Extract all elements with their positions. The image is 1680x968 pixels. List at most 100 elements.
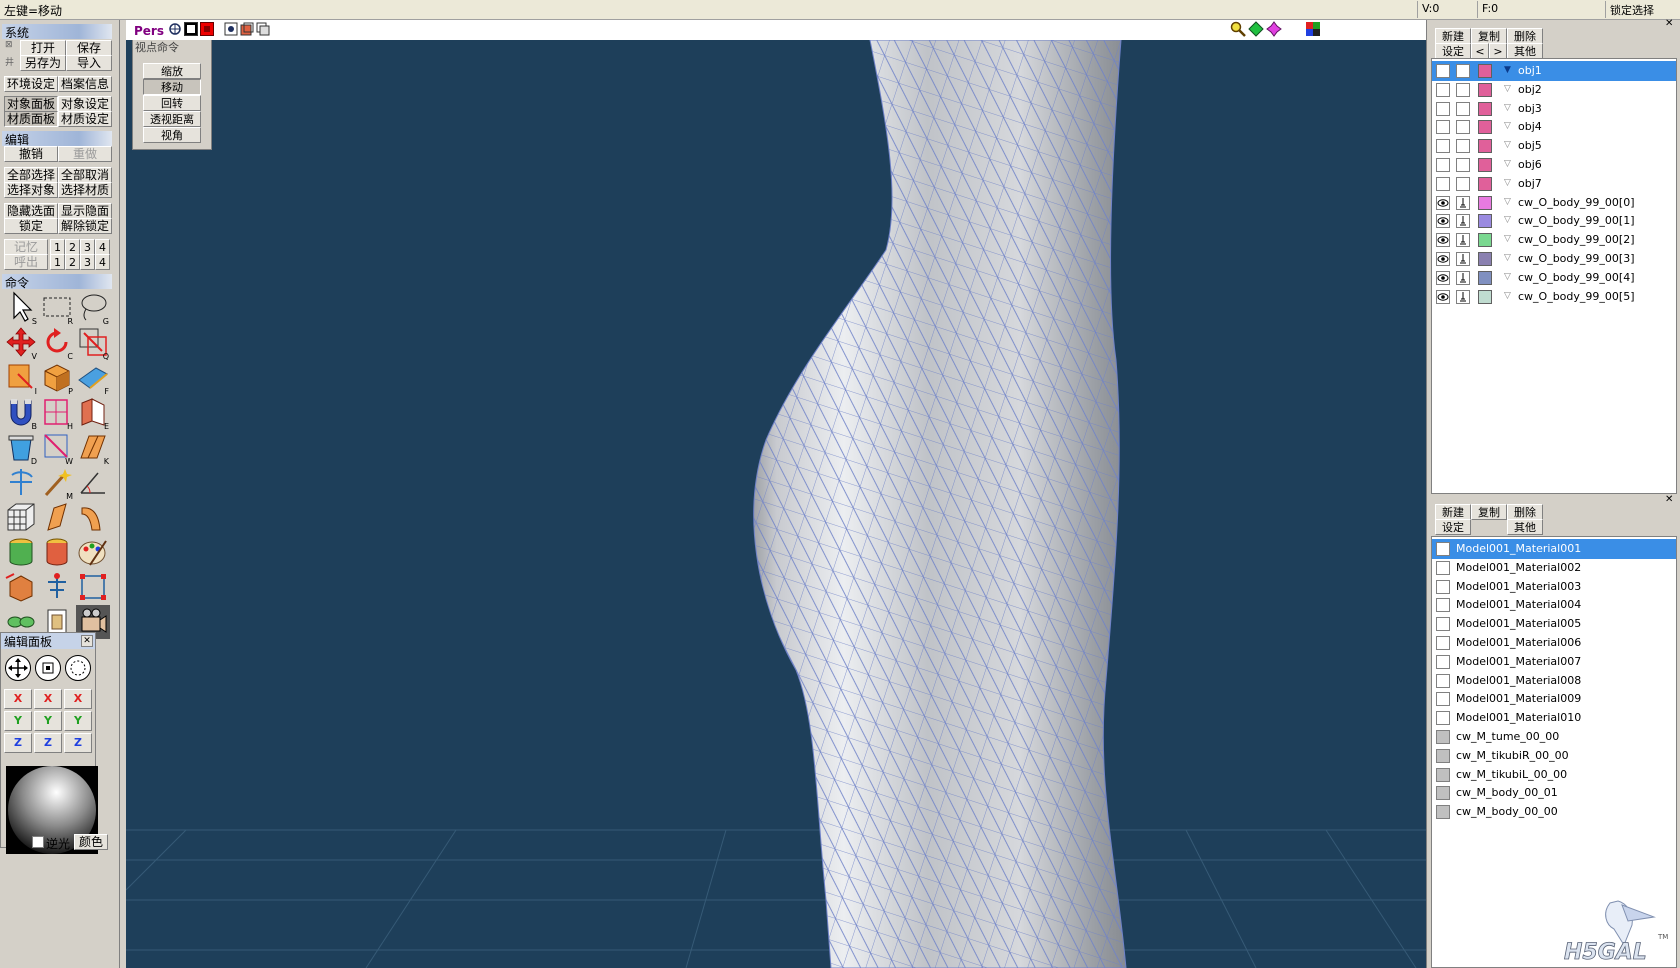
memory-slot-2[interactable]: 2 — [65, 239, 80, 255]
expand-triangle-icon[interactable]: ▽ — [1504, 197, 1511, 207]
material-swatch[interactable] — [1436, 636, 1450, 650]
scale-tool-icon[interactable]: Q — [76, 325, 110, 361]
scale-x-button[interactable]: X — [34, 689, 62, 709]
material-row[interactable]: Model001_Material010 — [1432, 708, 1676, 728]
primitive-box-tool-icon[interactable]: P — [40, 360, 74, 396]
select-material-button[interactable]: 选择材质 — [58, 182, 112, 198]
backlight-checkbox[interactable] — [32, 836, 44, 848]
wire-toggle-icon[interactable] — [184, 22, 198, 36]
lock-toggle[interactable] — [1456, 120, 1470, 135]
lock-toggle[interactable] — [1456, 176, 1470, 191]
visibility-toggle[interactable] — [1436, 270, 1450, 285]
projection-mode[interactable]: Pers — [134, 24, 164, 38]
magnet-tool-icon[interactable]: B — [4, 395, 38, 431]
lock-toggle[interactable] — [1456, 64, 1470, 78]
object-delete-button[interactable]: 删除 — [1507, 28, 1543, 44]
recall-slot-1[interactable]: 1 — [50, 254, 65, 270]
cube-view-icon[interactable] — [240, 22, 254, 36]
expand-triangle-icon[interactable]: ▽ — [1504, 291, 1511, 301]
lock-toggle[interactable] — [1456, 289, 1470, 304]
object-row[interactable]: ▽ obj3 — [1432, 99, 1676, 119]
lock-toggle[interactable] — [1456, 195, 1470, 210]
material-swatch[interactable] — [1436, 730, 1450, 744]
lock-toggle[interactable] — [1456, 82, 1470, 97]
recall-slot-3[interactable]: 3 — [80, 254, 95, 270]
window-view-icon[interactable] — [256, 22, 270, 36]
move-view-button[interactable]: 移动 — [143, 79, 201, 95]
material-row[interactable]: cw_M_body_00_01 — [1432, 783, 1676, 803]
memory-slot-1[interactable]: 1 — [50, 239, 65, 255]
move-tool-icon[interactable]: V — [4, 325, 38, 361]
object-row[interactable]: ▽ obj5 — [1432, 136, 1676, 156]
lasso-tool-icon[interactable]: G — [76, 290, 110, 326]
visibility-toggle[interactable] — [1436, 214, 1450, 229]
object-color-swatch[interactable] — [1478, 252, 1492, 266]
object-color-swatch[interactable] — [1478, 64, 1492, 78]
panel-close-icon[interactable]: ✕ — [1665, 18, 1673, 29]
face-toggle-icon[interactable] — [200, 22, 214, 36]
material-swatch[interactable] — [1436, 673, 1450, 688]
color-button[interactable]: 颜色 — [74, 834, 108, 850]
select-all-button[interactable]: 全部选择 — [4, 167, 58, 183]
material-row[interactable]: Model001_Material004 — [1432, 595, 1676, 615]
select-object-button[interactable]: 选择对象 — [4, 182, 58, 198]
lock-toggle[interactable] — [1456, 158, 1470, 172]
material-settings-button[interactable]: 材质设定 — [58, 111, 112, 127]
material-settings-button[interactable]: 设定 — [1435, 519, 1471, 535]
object-row[interactable]: ▽ obj2 — [1432, 80, 1676, 100]
object-row[interactable]: ▽ cw_O_body_99_00[5] — [1432, 287, 1676, 307]
lathe-tool-icon[interactable] — [4, 535, 38, 569]
delete-bucket-tool-icon[interactable]: D — [4, 430, 38, 466]
scale-y-button[interactable]: Y — [34, 711, 62, 731]
color-mode-icon[interactable] — [1306, 22, 1320, 36]
show-hidden-button[interactable]: 显示隐面 — [58, 203, 112, 219]
recall-slot-2[interactable]: 2 — [65, 254, 80, 270]
visibility-toggle[interactable] — [1436, 289, 1450, 304]
material-new-button[interactable]: 新建 — [1435, 504, 1471, 520]
knife-tool-icon[interactable]: H — [40, 395, 74, 431]
plane-tool-icon[interactable]: F — [76, 360, 110, 396]
material-row[interactable]: Model001_Material001 — [1432, 539, 1676, 559]
material-swatch[interactable] — [1436, 617, 1450, 632]
expand-triangle-icon[interactable]: ▽ — [1504, 84, 1511, 94]
visibility-toggle[interactable] — [1436, 139, 1450, 154]
expand-triangle-icon[interactable]: ▽ — [1504, 159, 1511, 169]
material-row[interactable]: Model001_Material003 — [1432, 577, 1676, 597]
visibility-toggle[interactable] — [1436, 120, 1450, 135]
lock-toggle[interactable] — [1456, 214, 1470, 229]
rotate-view-icon[interactable] — [1266, 21, 1282, 37]
save-button[interactable]: 保存 — [66, 40, 112, 56]
expand-triangle-icon[interactable]: ▽ — [1504, 178, 1511, 188]
material-swatch[interactable] — [1436, 598, 1450, 613]
object-color-swatch[interactable] — [1478, 82, 1492, 97]
pan-view-icon[interactable] — [1248, 21, 1264, 37]
hide-selected-button[interactable]: 隐藏选面 — [4, 203, 58, 219]
expand-triangle-icon[interactable]: ▽ — [1504, 215, 1511, 225]
object-copy-button[interactable]: 复制 — [1471, 28, 1507, 44]
field-of-view-button[interactable]: 视角 — [143, 127, 201, 143]
paint-palette-tool-icon[interactable] — [76, 535, 110, 569]
object-color-swatch[interactable] — [1478, 289, 1492, 304]
material-row[interactable]: cw_M_tikubiR_00_00 — [1432, 746, 1676, 766]
visibility-toggle[interactable] — [1436, 176, 1450, 191]
material-row[interactable]: Model001_Material005 — [1432, 614, 1676, 634]
curve-tool-icon[interactable] — [76, 500, 110, 534]
material-swatch[interactable] — [1436, 711, 1450, 726]
expand-triangle-icon[interactable]: ▽ — [1504, 253, 1511, 263]
bend-tool-icon[interactable] — [40, 500, 74, 534]
object-row[interactable]: ▼ obj1 — [1432, 61, 1676, 81]
object-new-button[interactable]: 新建 — [1435, 28, 1471, 44]
visibility-toggle[interactable] — [1436, 195, 1450, 210]
zoom-view-icon[interactable] — [1230, 21, 1246, 37]
object-row[interactable]: ▽ cw_O_body_99_00[2] — [1432, 230, 1676, 250]
lock-selection-label[interactable]: 锁定选择 — [1605, 1, 1680, 18]
visibility-toggle[interactable] — [1436, 158, 1450, 172]
material-delete-button[interactable]: 删除 — [1507, 504, 1543, 520]
object-color-swatch[interactable] — [1478, 120, 1492, 135]
material-swatch[interactable] — [1436, 654, 1450, 669]
rotate-view-button[interactable]: 回转 — [143, 95, 201, 111]
visibility-toggle[interactable] — [1436, 101, 1450, 116]
rotate-y-button[interactable]: Y — [64, 711, 92, 731]
perspective-distance-button[interactable]: 透视距离 — [143, 111, 201, 127]
mirror-box-tool-icon[interactable] — [4, 570, 38, 604]
